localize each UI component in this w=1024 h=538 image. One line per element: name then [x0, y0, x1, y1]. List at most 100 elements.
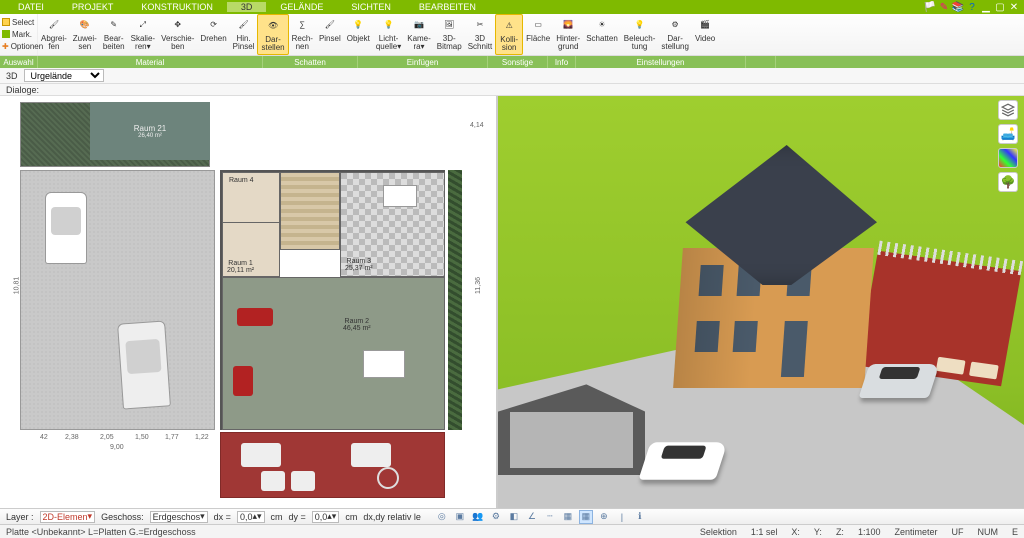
terrace-area[interactable]: [220, 432, 445, 498]
garden-sofa-1[interactable]: [241, 443, 281, 467]
ribbon-btn-20[interactable]: ⚙Dar-stellung: [658, 14, 692, 55]
round-table[interactable]: [377, 467, 399, 489]
room-1[interactable]: Raum 120,11 m²: [222, 222, 280, 277]
minimize-icon[interactable]: ▁: [980, 1, 992, 13]
tool-angle-icon[interactable]: ∠: [525, 510, 539, 524]
kitchen-table[interactable]: [383, 185, 417, 207]
ribbon-btn-7[interactable]: 👁Dar-stellen: [257, 14, 288, 55]
layer-select[interactable]: 2D-Elemen ▾: [40, 511, 96, 523]
ribbon-label-0: Abgrei-fen: [41, 35, 67, 51]
tool-people-icon[interactable]: 👥: [471, 510, 485, 524]
ribbon-btn-1[interactable]: 🎨Zuwei-sen: [70, 14, 100, 55]
ribbon-btn-11[interactable]: 💡Licht-quelle▾: [373, 14, 404, 55]
mark-toggle[interactable]: Mark.: [2, 30, 35, 39]
coord-hint: dx,dy relativ le: [363, 512, 421, 522]
dining-table[interactable]: [363, 350, 405, 378]
ribbon-btn-0[interactable]: 🖌Abgrei-fen: [38, 14, 70, 55]
window-3d-4: [695, 321, 720, 352]
furniture-icon[interactable]: 🛋️: [998, 124, 1018, 144]
ribbon-btn-21[interactable]: 🎬Video: [692, 14, 718, 55]
ribbon-label-21: Video: [695, 35, 715, 43]
car-3d-silver: [864, 364, 934, 398]
ribbon-btn-4[interactable]: ✥Verschie-ben: [158, 14, 197, 55]
tool-target-icon[interactable]: ◎: [435, 510, 449, 524]
status-uf: UF: [951, 527, 963, 537]
room-2[interactable]: Raum 246,45 m²: [222, 277, 445, 430]
ribbon-icon-18: ☀: [592, 16, 612, 34]
ribbon-btn-17[interactable]: 🌄Hinter-grund: [553, 14, 583, 55]
tree-icon[interactable]: 🌳: [998, 172, 1018, 192]
ribbon-icon-15: ⚠: [499, 17, 519, 35]
tab-sichten[interactable]: SICHTEN: [337, 2, 405, 12]
flag-icon[interactable]: 🏳️: [924, 1, 936, 13]
tool-shape-icon[interactable]: ◧: [507, 510, 521, 524]
tab-3d[interactable]: 3D: [227, 2, 267, 12]
tool-settings-icon[interactable]: ⚙: [489, 510, 503, 524]
books-icon[interactable]: 📚: [952, 1, 964, 13]
ribbon-btn-15[interactable]: ⚠Kolli-sion: [495, 14, 523, 55]
floorplan-2d-view[interactable]: Raum 2126,40 m² Raum 4 Raum 120,11 m² Ra…: [0, 96, 498, 508]
dy-input[interactable]: 0,0 ▴▾: [312, 511, 340, 523]
pencil-icon[interactable]: ✎: [938, 1, 950, 13]
staircase[interactable]: [280, 172, 340, 250]
ribbon-label-6: Hin.Pinsel: [233, 35, 255, 51]
room-3[interactable]: Raum 325,37 m²: [340, 172, 445, 277]
ribbon-btn-14[interactable]: ✂3DSchnitt: [465, 14, 495, 55]
ribbon-btn-16[interactable]: ▭Fläche: [523, 14, 553, 55]
tool-grid-icon[interactable]: ▦: [561, 510, 575, 524]
ribbon-btn-18[interactable]: ☀Schatten: [583, 14, 621, 55]
ribbon-btn-6[interactable]: 🖌Hin.Pinsel: [230, 14, 258, 55]
ribbon-btn-12[interactable]: 📷Kame-ra▾: [404, 14, 434, 55]
ribbon-btn-9[interactable]: 🖌Pinsel: [316, 14, 344, 55]
ribbon-btn-10[interactable]: 💡Objekt: [344, 14, 373, 55]
ribbon-btn-19[interactable]: 💡Beleuch-tung: [621, 14, 659, 55]
ribbon-btn-8[interactable]: ∑Rech-nen: [289, 14, 316, 55]
dx-input[interactable]: 0,0 ▴▾: [237, 511, 265, 523]
tool-info-icon[interactable]: ℹ: [633, 510, 647, 524]
tool-dash-icon[interactable]: ┄: [543, 510, 557, 524]
tab-projekt[interactable]: PROJEKT: [58, 2, 128, 12]
close-icon[interactable]: ✕: [1008, 1, 1020, 13]
unit-cm-1: cm: [271, 512, 283, 522]
ribbon-icon-6: 🖌: [234, 16, 254, 34]
maximize-icon[interactable]: ▢: [994, 1, 1006, 13]
optionen-toggle[interactable]: ✚Optionen: [2, 42, 35, 51]
tab-datei[interactable]: DATEI: [4, 2, 58, 12]
ribbon-icon-9: 🖌: [320, 16, 340, 34]
dim-right-1: 11,36: [475, 277, 482, 294]
ribbon-btn-13[interactable]: 🖼3D-Bitmap: [434, 14, 465, 55]
ribbon-label-20: Dar-stellung: [661, 35, 689, 51]
tab-gelaende[interactable]: GELÄNDE: [266, 2, 337, 12]
tab-bearbeiten[interactable]: BEARBEITEN: [405, 2, 490, 12]
ribbon-icon-8: ∑: [292, 16, 312, 34]
tool-fill-icon[interactable]: ▦: [579, 510, 593, 524]
house-outline[interactable]: Raum 4 Raum 120,11 m² Raum 325,37 m² Rau…: [220, 170, 445, 430]
help-icon[interactable]: ?: [966, 1, 978, 13]
ribbon-icon-12: 📷: [409, 16, 429, 34]
palette-icon[interactable]: [998, 148, 1018, 168]
car-silver-1[interactable]: [117, 320, 171, 409]
tab-konstruktion[interactable]: KONSTRUKTION: [127, 2, 227, 12]
car-white-1[interactable]: [45, 192, 87, 264]
ribbon-btn-2[interactable]: ✎Bear-beiten: [100, 14, 128, 55]
armchair-red[interactable]: [233, 366, 253, 396]
ribbon-btn-5[interactable]: ⟳Drehen: [197, 14, 229, 55]
dialoge-bar: Dialoge:: [0, 84, 1024, 96]
sofa-red-1[interactable]: [237, 308, 273, 326]
ribbon-group-label: Auswahl: [0, 56, 38, 68]
terrain-select[interactable]: Urgelände: [24, 69, 104, 82]
ribbon-btn-3[interactable]: ⤢Skalie-ren▾: [128, 14, 158, 55]
lounger-1[interactable]: [261, 471, 285, 491]
lounger-2[interactable]: [291, 471, 315, 491]
select-toggle[interactable]: Select: [2, 18, 35, 27]
room-21[interactable]: Raum 2126,40 m²: [90, 102, 210, 160]
garden-sofa-2[interactable]: [351, 443, 391, 467]
ribbon-icon-7: 👁: [263, 17, 283, 35]
geschoss-select[interactable]: Erdgeschos ▾: [150, 511, 208, 523]
tool-square-icon[interactable]: ▣: [453, 510, 467, 524]
render-3d-view[interactable]: 🛋️ 🌳: [498, 96, 1024, 508]
layers-icon[interactable]: [998, 100, 1018, 120]
tool-link-icon[interactable]: ⊕: [597, 510, 611, 524]
ribbon-group-label: Einfügen: [358, 56, 488, 68]
tool-divider: |: [615, 510, 629, 524]
